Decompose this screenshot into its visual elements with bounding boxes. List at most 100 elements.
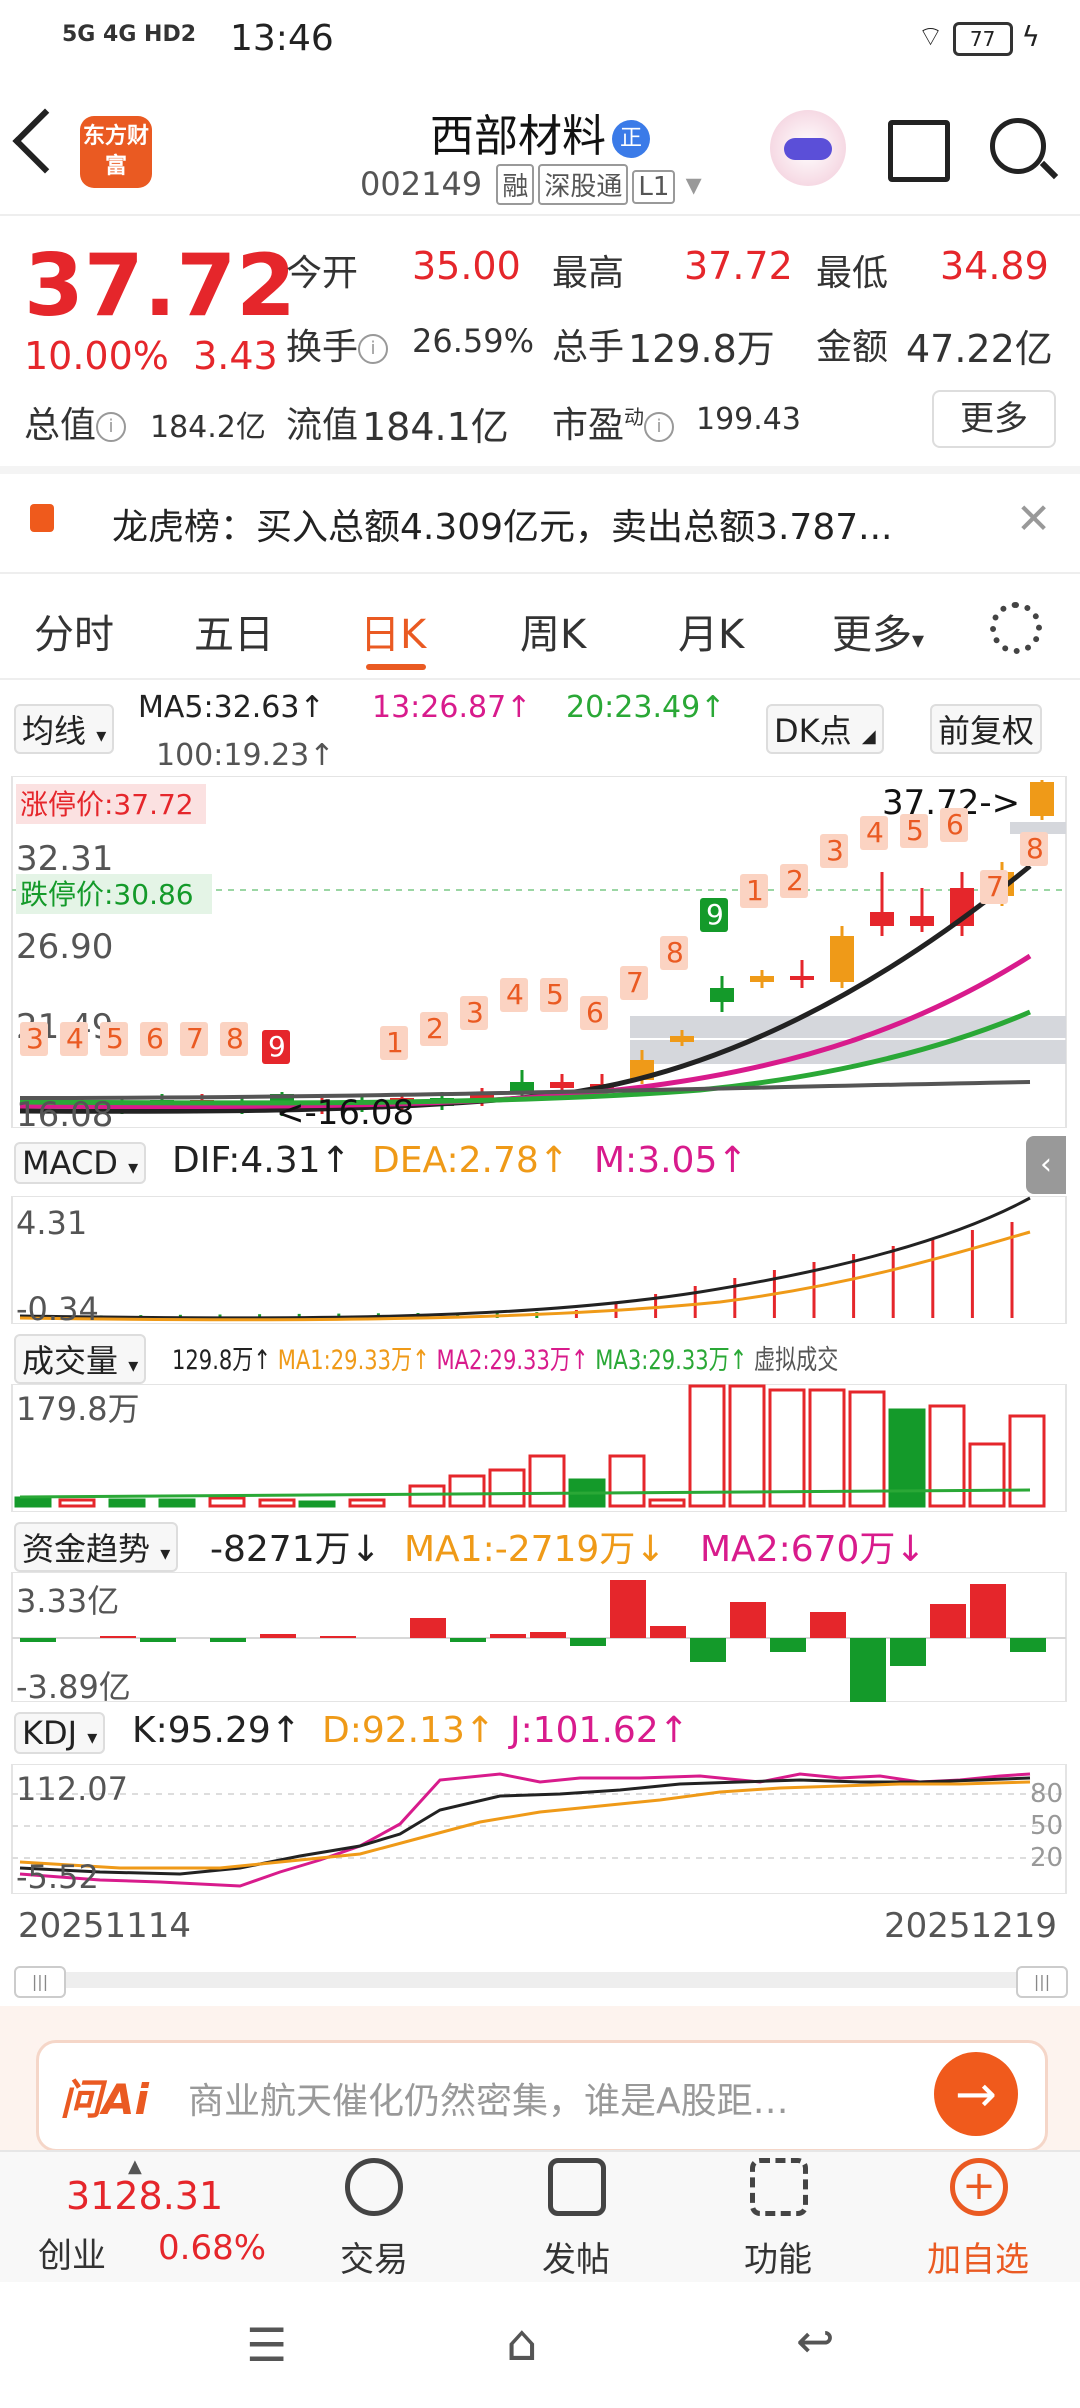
more-button[interactable]: 更多 [932,390,1056,448]
search-icon[interactable] [990,118,1046,174]
volume-bar [208,1496,246,1508]
assistant-avatar[interactable] [770,110,846,186]
add-icon[interactable]: + [950,2158,1008,2216]
info-icon[interactable]: i [358,334,389,364]
tag-level: L1 [632,170,676,204]
fund-bar [140,1638,176,1642]
tab-more[interactable]: 更多▾ [832,602,924,660]
volume-bar [14,1496,52,1508]
range-handle-left[interactable]: ||| [14,1966,66,1998]
nine-turn-marker: 7 [980,870,1008,904]
volume-bar [848,1390,886,1508]
candle-body [670,1036,694,1042]
adjust-button[interactable]: 前复权 [930,704,1043,754]
home-icon[interactable]: ⌂ [506,2314,538,2372]
cost-zone [630,1016,1066,1038]
fund-ma2: MA2:670万↓ [700,1529,926,1570]
toolbar-function[interactable]: 功能 [718,2232,838,2281]
toolbar-trade[interactable]: 交易 [314,2232,434,2281]
tab-daily-k[interactable]: 日K [360,602,426,660]
gear-icon[interactable] [990,602,1042,654]
menu-icon[interactable]: ☰ [246,2318,287,2372]
ai-logo: 问Ai [60,2075,149,2124]
tab-five-day[interactable]: 五日 [194,602,274,660]
fund-selector[interactable]: 资金趋势 ▾ [14,1522,179,1572]
system-nav-bar [0,2282,1080,2408]
kline-chart[interactable]: 涨停价:37.72 32.31 跌停价:30.86 26.90 21.49 16… [0,776,1080,1128]
volume-bar [408,1484,446,1508]
kdj-selector[interactable]: KDJ ▾ [14,1712,106,1754]
volume-bar [488,1468,526,1508]
toolbar-add-watch[interactable]: 加自选 [918,2232,1038,2281]
close-icon[interactable]: ✕ [1016,494,1051,543]
fund-bar [1010,1638,1046,1652]
nine-turn-marker: 4 [500,978,528,1012]
range-handle-right[interactable]: ||| [1016,1966,1068,1998]
fund-value: -8271万↓ [210,1529,381,1570]
share-icon[interactable] [888,120,950,182]
macd-selector[interactable]: MACD ▾ [14,1142,147,1184]
grid-icon[interactable] [750,2158,808,2216]
nine-turn-marker: 9 [262,1030,290,1064]
volume-bar [648,1498,686,1508]
nine-turn-marker: 5 [540,978,568,1012]
candle-body [870,912,894,926]
kdj-j: J:101.62↑ [510,1710,689,1751]
notice-text[interactable]: 龙虎榜：买入总额4.309亿元，卖出总额3.787... [112,498,892,550]
stock-name: 西部材料 [430,111,606,162]
candle-body [710,988,734,1002]
fund-bar [850,1638,886,1702]
arrow-right-icon[interactable]: → [934,2052,1018,2136]
post-icon[interactable] [548,2158,606,2216]
volume-selector[interactable]: 成交量 ▾ [14,1334,147,1384]
change-row: 10.00% 3.43 [24,334,278,378]
stock-code: 002149 [360,165,483,203]
back-nav-icon[interactable]: ↩ [796,2314,835,2368]
ma-selector[interactable]: 均线 ▾ [14,704,115,754]
svg-text:6: 6 [946,808,964,841]
fund-bar [610,1580,646,1638]
collapse-panel-icon[interactable]: ‹ [1026,1136,1066,1194]
tab-monthly-k[interactable]: 月K [678,602,744,660]
svg-text:4: 4 [66,1022,84,1055]
signal-indicator: 5G 4G HD2 [62,22,197,47]
toolbar-post[interactable]: 发帖 [516,2232,636,2281]
nine-turn-marker: 9 [700,898,728,932]
wifi-icon: ⌔ [917,20,944,53]
pe-label: 市盈动 i [552,396,678,448]
chevron-down-icon[interactable]: ▾ [686,165,702,203]
trade-icon[interactable] [345,2158,403,2216]
kdj-y-bottom: -5.52 [16,1858,99,1894]
dk-point-button[interactable]: DK点 ◢ [766,704,884,754]
tab-weekly-k[interactable]: 周K [520,602,586,660]
ai-prompt-text[interactable]: 商业航天催化仍然密集，谁是A股距… [188,2072,789,2124]
info-icon[interactable]: i [96,412,127,442]
info-icon[interactable]: i [644,412,675,442]
fund-chart[interactable]: 3.33亿 -3.89亿 [0,1572,1080,1702]
fund-y-bottom: -3.89亿 [16,1668,131,1702]
volume-chart[interactable]: 179.8万 [0,1384,1080,1512]
fund-bar [20,1638,56,1642]
index-pct[interactable]: 0.68% [158,2228,266,2268]
index-value[interactable]: 3128.31 [66,2174,223,2218]
high-label: 最高 [552,253,625,294]
fund-bar [410,1618,446,1638]
volume-bar [108,1498,146,1508]
kdj-level-80: 80 [1030,1779,1063,1809]
charging-icon: ϟ [1021,20,1040,53]
macd-chart[interactable]: 4.31 -0.34 [0,1196,1080,1324]
y-label-2: 26.90 [16,927,113,967]
nine-turn-marker: 3 [20,1022,48,1056]
macd-dif: DIF:4.31↑ [172,1140,351,1181]
fund-bar [210,1638,246,1642]
kdj-chart[interactable]: 112.07 -5.52 80 50 20 [0,1764,1080,1894]
index-name[interactable]: 创业 [38,2228,106,2277]
tab-intraday[interactable]: 分时 [34,602,114,660]
fund-bar [260,1634,296,1638]
candle-body [1030,782,1054,816]
candle-body [910,916,934,926]
low-label: 最低 [816,253,889,294]
fund-bar [320,1636,356,1638]
tag-rong: 融 [496,164,535,205]
range-scrollbar[interactable] [14,1972,1064,1988]
